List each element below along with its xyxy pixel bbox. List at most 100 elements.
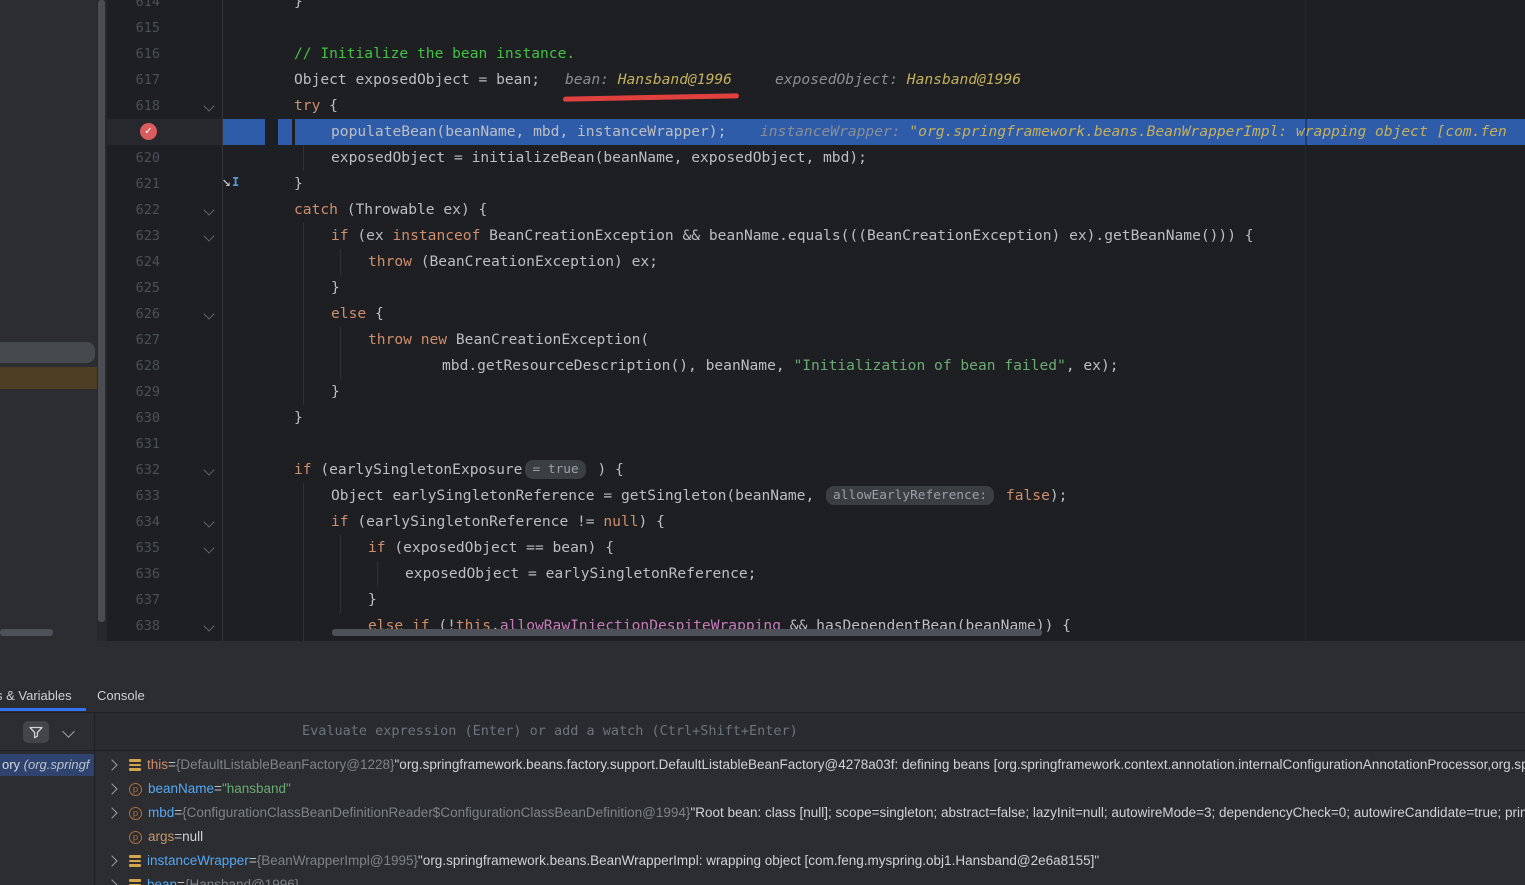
code-text: catch (Throwable ex) { [107, 197, 1525, 223]
debugger-toolbar: Evaluate expression (Enter) or add a wat… [0, 712, 1525, 751]
tab-console[interactable]: Console [97, 688, 145, 703]
left-horizontal-scrollbar[interactable] [0, 629, 53, 636]
funnel-icon [29, 726, 43, 738]
code-token: // Initialize the bean instance. [294, 45, 576, 62]
variable-row[interactable]: bean = {Hansband@1996} [95, 873, 1525, 885]
line-number[interactable]: 615 [107, 15, 160, 41]
code-token: "Initialization of bean failed" [793, 357, 1066, 374]
code-token: mbd.getResourceDescription(), beanName, [442, 357, 794, 374]
variable-value-segment: {DefaultListableBeanFactory@1228} [175, 757, 395, 772]
evaluate-expression-field[interactable]: Evaluate expression (Enter) or add a wat… [95, 713, 1525, 750]
code-token: new [420, 331, 448, 348]
evaluate-placeholder: Evaluate expression (Enter) or add a wat… [302, 723, 798, 739]
code-text: } [107, 171, 1525, 197]
ide-window: 614} 615 616// Initialize the bean instanc… [0, 0, 1525, 885]
expand-chevron-icon[interactable] [106, 759, 118, 771]
frames-pane: ory (org.springf [0, 751, 94, 885]
variable-name: bean [147, 877, 178, 885]
code-token: null [603, 513, 639, 530]
code-token: if [294, 461, 312, 478]
code-text: Object earlySingletonReference = getSing… [107, 483, 1525, 509]
code-line[interactable]: 615 [107, 15, 1525, 41]
code-token: } [368, 591, 377, 608]
variable-value-segment: "Root bean: class [null]; scope=singleto… [690, 805, 1525, 820]
selected-frame-row[interactable]: ory (org.springf [0, 754, 94, 776]
code-token: (earlySingletonReference != [348, 513, 604, 530]
code-token: } [331, 279, 340, 296]
code-line[interactable]: 614} [107, 0, 1525, 15]
code-line[interactable]: 624 throw (BeanCreationException) ex; [107, 249, 1525, 275]
code-token: BeanCreationException( [447, 331, 650, 348]
code-token: Object exposedObject = bean; [294, 71, 541, 88]
code-text: exposedObject = earlySingletonReference; [107, 561, 1525, 587]
code-line[interactable]: 627 throw new BeanCreationException( [107, 327, 1525, 353]
expand-chevron-icon[interactable] [106, 879, 118, 885]
left-vertical-scrollbar[interactable] [98, 0, 105, 622]
code-line[interactable]: 630} [107, 405, 1525, 431]
variable-row[interactable]: p mbd = {ConfigurationClassBeanDefinition… [95, 801, 1525, 825]
expand-chevron-icon[interactable] [106, 807, 118, 819]
value-icon [129, 759, 141, 771]
code-text: } [107, 275, 1525, 301]
code-line[interactable]: 618 try { [107, 93, 1525, 119]
code-token: (Throwable ex) { [337, 201, 488, 218]
code-line[interactable]: 633 Object earlySingletonReference = getS… [107, 483, 1525, 509]
code-line[interactable]: 636 exposedObject = earlySingletonReferen… [107, 561, 1525, 587]
code-line[interactable]: 635 if (exposedObject == bean) { [107, 535, 1525, 561]
variable-value-segment: null [182, 829, 204, 844]
code-text: // Initialize the bean instance. [107, 41, 1525, 67]
chevron-down-icon[interactable] [62, 725, 75, 738]
variable-value-segment: = [177, 877, 185, 885]
code-line[interactable]: 622 catch (Throwable ex) { [107, 197, 1525, 223]
variable-value-segment: = [174, 805, 183, 820]
code-text: } [107, 405, 1525, 431]
code-token: Object earlySingletonReference = getSing… [331, 487, 824, 504]
code-line[interactable]: 616// Initialize the bean instance. [107, 41, 1525, 67]
code-line[interactable]: 637} [107, 587, 1525, 613]
code-token: false [1005, 487, 1050, 504]
filter-button[interactable] [23, 721, 49, 743]
tree-item-selected[interactable] [0, 367, 107, 389]
variable-value-segment: "hansband" [221, 781, 291, 796]
code-line[interactable]: 623 if (ex instanceof BeanCreationExcepti… [107, 223, 1525, 249]
parameter-icon: p [129, 806, 142, 820]
code-line[interactable]: 631 [107, 431, 1525, 457]
code-line[interactable]: 626 else { [107, 301, 1525, 327]
code-line[interactable]: 634 if (earlySingletonReference != null) … [107, 509, 1525, 535]
code-token: { [320, 97, 338, 114]
variable-value-segment: {BeanWrapperImpl@1995} [256, 853, 419, 868]
variable-row[interactable]: p beanName = "hansband" [95, 777, 1525, 801]
tree-item-highlight[interactable] [0, 342, 95, 363]
editor-horizontal-scrollbar[interactable] [332, 629, 1042, 636]
code-text: if (exposedObject == bean) { [107, 535, 1525, 561]
code-text: exposedObject = initializeBean(beanName,… [107, 145, 1525, 171]
code-line[interactable]: 632 if (earlySingletonExposure = true ) { [107, 457, 1525, 483]
code-line[interactable]: 621} [107, 171, 1525, 197]
variable-name: mbd [148, 805, 175, 820]
code-token: } [294, 175, 303, 192]
variable-row[interactable]: p args = null [95, 825, 1525, 849]
code-line[interactable]: 629} [107, 379, 1525, 405]
tab-threads-and-variables[interactable]: s & Variables [0, 688, 72, 703]
code-line[interactable]: ✓ populateBean(beanName, mbd, instanceWra… [107, 119, 1525, 145]
variable-row[interactable]: this = {DefaultListableBeanFactory@1228}… [95, 753, 1525, 777]
variable-value-segment: {Hansband@1996} [184, 877, 300, 885]
code-line[interactable]: 620 exposedObject = initializeBean(beanNa… [107, 145, 1525, 171]
code-token: (earlySingletonExposure [311, 461, 523, 478]
variable-value-segment: = [174, 829, 183, 844]
expand-chevron-icon[interactable] [106, 855, 118, 867]
inline-debug-hint: bean: Hansband@1996 [565, 71, 732, 88]
code-line[interactable]: 628 mbd.getResourceDescription(), beanNam… [107, 353, 1525, 379]
variable-value-segment: = [248, 853, 257, 868]
expand-chevron-icon[interactable] [106, 783, 118, 795]
code-line[interactable]: 617 Object exposedObject = bean; bean: Han… [107, 67, 1525, 93]
inline-debug-hint: instanceWrapper: "org.springframework.be… [760, 123, 1507, 140]
variable-name: instanceWrapper [147, 853, 249, 868]
code-token: if [331, 513, 349, 530]
frames-and-variables: ory (org.springf this = {DefaultListable… [0, 751, 1525, 885]
code-line[interactable]: 625} [107, 275, 1525, 301]
code-editor[interactable]: 614} 615 616// Initialize the bean instanc… [107, 0, 1525, 641]
line-number[interactable]: 631 [107, 431, 160, 457]
variable-row[interactable]: instanceWrapper = {BeanWrapperImpl@1995}… [95, 849, 1525, 873]
